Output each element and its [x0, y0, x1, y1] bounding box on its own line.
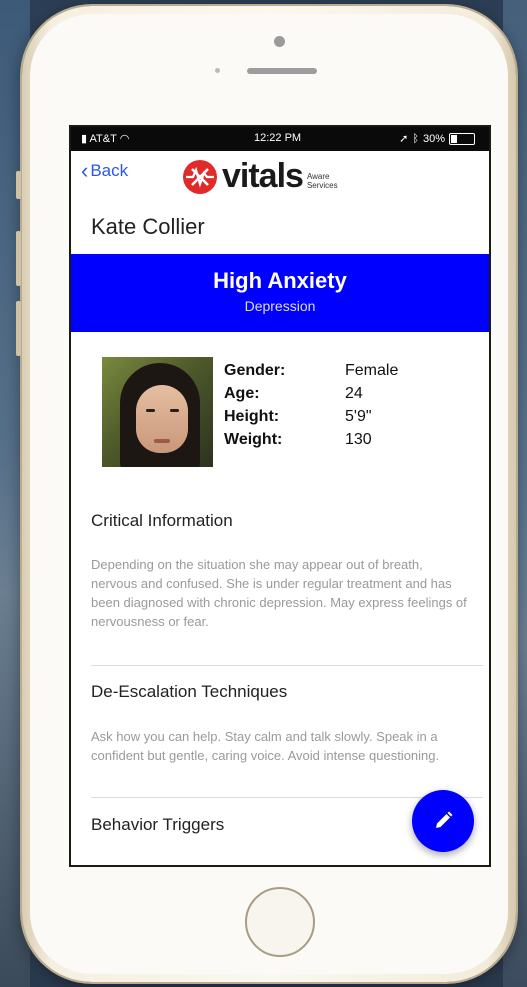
- detail-value: 24: [345, 385, 363, 402]
- detail-row-age: Age: 24: [224, 382, 398, 405]
- section-divider: [91, 665, 483, 666]
- bluetooth-icon: ᛒ: [412, 132, 419, 145]
- nav-bar: ‹ Back vitals Aware Services: [71, 151, 489, 203]
- patient-name: Kate Collier: [91, 214, 205, 239]
- detail-label: Gender:: [224, 362, 286, 379]
- status-bar: ▮ AT&T ◠ 12:22 PM ➚ ᛒ 30%: [71, 127, 489, 151]
- detail-value: 5'9": [345, 408, 372, 425]
- detail-label: Height:: [224, 408, 280, 425]
- front-camera: [274, 36, 285, 47]
- carrier: ▮ AT&T ◠: [81, 132, 129, 145]
- chevron-left-icon: ‹: [81, 158, 89, 183]
- back-label: Back: [90, 161, 129, 180]
- detail-label: Age:: [224, 385, 260, 402]
- condition-banner: High Anxiety Depression: [71, 254, 489, 332]
- section-title-de-escalation: De-Escalation Techniques: [91, 682, 288, 701]
- proximity-sensor: [215, 68, 220, 73]
- battery-percent: 30%: [422, 132, 445, 145]
- photo-eye-right: [170, 409, 179, 412]
- detail-value: Female: [345, 362, 399, 379]
- detail-row-height: Height: 5'9": [224, 405, 398, 428]
- section-title-critical-information: Critical Information: [91, 511, 233, 530]
- status-right: ➚ ᛒ 30%: [399, 132, 475, 145]
- status-time: 12:22 PM: [254, 132, 302, 144]
- detail-row-weight: Weight: 130: [224, 428, 398, 451]
- battery-icon: [449, 132, 475, 145]
- logo-tagline: Aware Services: [307, 172, 338, 190]
- condition-subtitle: Depression: [244, 298, 316, 314]
- signal-icon: ▮: [81, 133, 88, 145]
- vitals-logo-icon: [182, 159, 218, 195]
- vitals-logo: vitals Aware Services: [182, 157, 338, 196]
- back-button[interactable]: ‹ Back: [81, 158, 129, 183]
- wifi-icon: ◠: [119, 133, 130, 145]
- logo-tagline-line1: Aware: [306, 171, 330, 181]
- battery-fill: [451, 134, 457, 143]
- logo-wordmark: vitals: [222, 157, 304, 195]
- volume-down-button: [16, 301, 21, 356]
- volume-up-button: [16, 231, 21, 286]
- patient-photo: [102, 357, 213, 467]
- home-button[interactable]: [245, 887, 315, 957]
- logo-tagline-line2: Services: [306, 180, 338, 190]
- mute-switch: [16, 171, 21, 199]
- detail-label: Weight:: [224, 431, 283, 448]
- edit-fab-button[interactable]: [412, 790, 474, 852]
- condition-title: High Anxiety: [213, 268, 347, 293]
- section-text-de-escalation: Ask how you can help. Stay calm and talk…: [91, 729, 440, 763]
- app-screen: ▮ AT&T ◠ 12:22 PM ➚ ᛒ 30% ‹ Back vitals …: [69, 125, 491, 867]
- earpiece-speaker: [247, 68, 317, 74]
- photo-lips: [154, 439, 170, 443]
- photo-eye-left: [146, 409, 155, 412]
- pencil-icon: [436, 811, 453, 828]
- section-title-behavior-triggers[interactable]: Behavior Triggers: [91, 815, 224, 835]
- detail-row-gender: Gender: Female: [224, 359, 398, 382]
- detail-value: 130: [345, 431, 372, 448]
- section-text-critical-information: Depending on the situation she may appea…: [91, 557, 467, 629]
- carrier-label: AT&T: [89, 133, 117, 145]
- patient-details: Gender: Female Age: 24 Height: 5'9" Weig…: [224, 359, 398, 451]
- location-icon: ➚: [399, 133, 409, 145]
